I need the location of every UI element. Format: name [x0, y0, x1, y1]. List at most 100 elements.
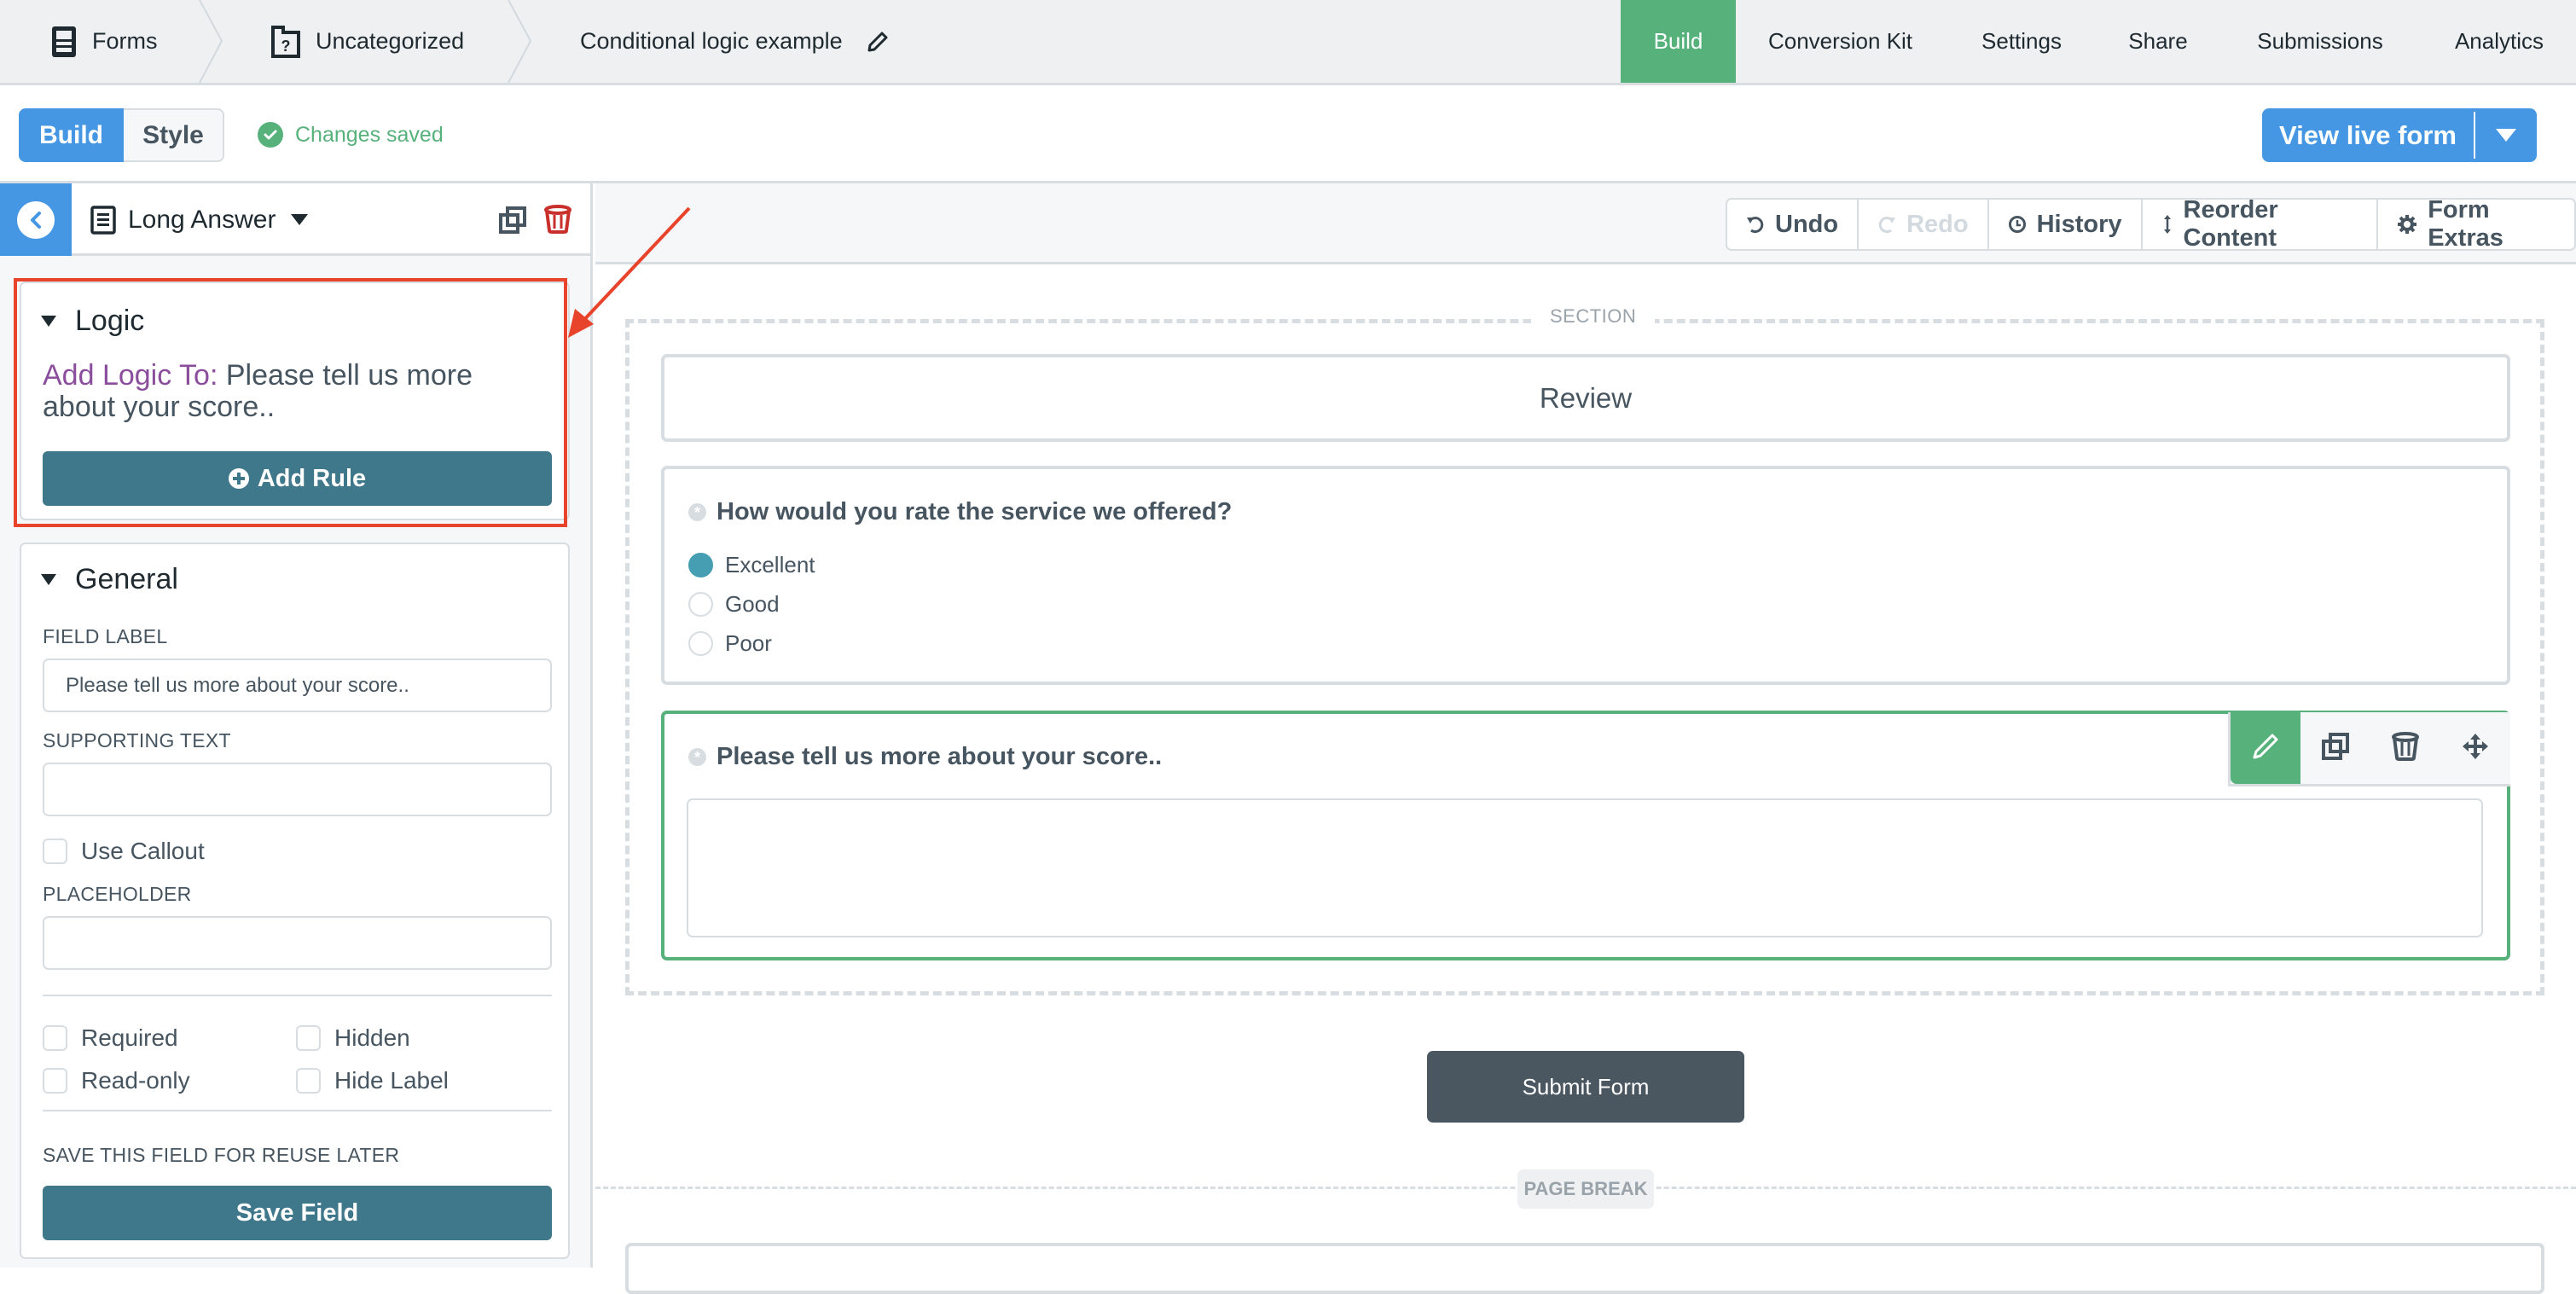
gear-icon	[2397, 214, 2417, 235]
tab-conversion-kit[interactable]: Conversion Kit	[1736, 0, 1945, 83]
save-field-heading: SAVE THIS FIELD FOR REUSE LATER	[43, 1144, 400, 1166]
use-callout-checkbox[interactable]: Use Callout	[43, 838, 205, 865]
checkbox[interactable]	[296, 1025, 321, 1051]
view-live-form-label: View live form	[2279, 119, 2457, 150]
checkbox[interactable]	[43, 838, 67, 864]
redo-label: Redo	[1906, 210, 1969, 238]
breadcrumb-label: Conditional logic example	[580, 28, 843, 54]
view-live-form-button[interactable]: View live form	[2262, 108, 2537, 162]
save-field-button[interactable]: Save Field	[43, 1186, 552, 1240]
required-asterisk-icon: *	[688, 503, 706, 521]
breadcrumb-separator	[199, 0, 223, 83]
hide-label-label: Hide Label	[334, 1067, 449, 1094]
canvas-toolbar: Undo Redo History Reorder Content Form E…	[1726, 196, 2576, 252]
tab-analytics[interactable]: Analytics	[2422, 0, 2576, 83]
checkbox[interactable]	[296, 1068, 321, 1094]
required-checkbox[interactable]: Required	[43, 1024, 178, 1052]
placeholder-heading: PLACEHOLDER	[43, 883, 192, 905]
read-only-checkbox[interactable]: Read-only	[43, 1067, 190, 1094]
radio-label: Poor	[725, 630, 772, 656]
move-arrows-icon	[2462, 733, 2489, 764]
breadcrumb-label: Uncategorized	[316, 28, 465, 54]
radio-option-good[interactable]: Good	[688, 591, 780, 618]
radio-button[interactable]	[688, 592, 713, 617]
check-circle-icon	[258, 122, 283, 148]
clock-icon	[2008, 215, 2027, 234]
required-label: Required	[81, 1024, 178, 1051]
undo-button[interactable]: Undo	[1727, 200, 1859, 249]
read-only-label: Read-only	[81, 1067, 190, 1094]
trash-icon	[2392, 731, 2419, 765]
delete-field-button[interactable]	[2370, 712, 2440, 784]
radio-label: Excellent	[725, 552, 815, 577]
checkbox[interactable]	[43, 1025, 67, 1051]
checkbox[interactable]	[43, 1068, 67, 1094]
general-panel: General FIELD LABEL Please tell us more …	[20, 543, 570, 1259]
duplicate-field-button[interactable]	[2300, 712, 2370, 784]
edit-field-button[interactable]	[2231, 712, 2300, 784]
duplicate-field-icon[interactable]	[499, 206, 526, 238]
save-status: Changes saved	[258, 119, 444, 150]
radio-button[interactable]	[688, 631, 713, 656]
move-field-handle[interactable]	[2440, 712, 2510, 784]
general-title: General	[75, 563, 178, 595]
svg-text:?: ?	[281, 38, 291, 55]
annotation-highlight-box	[14, 278, 567, 527]
long-answer-textarea[interactable]	[687, 798, 2483, 937]
page-break-label: PAGE BREAK	[1517, 1169, 1654, 1209]
breadcrumb-form-title[interactable]: Conditional logic example	[580, 0, 889, 83]
placeholder-input[interactable]	[43, 916, 552, 970]
tab-settings[interactable]: Settings	[1945, 0, 2098, 83]
sidebar-header: Long Answer	[0, 183, 590, 256]
breadcrumb-uncategorized[interactable]: ? Uncategorized	[271, 0, 464, 83]
hidden-label: Hidden	[334, 1024, 410, 1051]
mode-style-button[interactable]: Style	[124, 108, 224, 162]
radio-label: Good	[725, 591, 780, 617]
breadcrumb-label: Forms	[92, 28, 158, 54]
tab-build[interactable]: Build	[1621, 0, 1736, 83]
field-type-label: Long Answer	[128, 205, 276, 234]
undo-icon	[1746, 215, 1765, 234]
section-title-card[interactable]: Review	[661, 354, 2510, 442]
section-title: Review	[1539, 381, 1633, 414]
breadcrumb-forms[interactable]: Forms	[51, 0, 158, 83]
tab-share[interactable]: Share	[2098, 0, 2218, 83]
next-page-card[interactable]	[625, 1243, 2544, 1294]
redo-icon	[1877, 215, 1896, 234]
breadcrumb-separator	[508, 0, 532, 83]
general-panel-toggle[interactable]: General	[41, 563, 178, 596]
redo-button[interactable]: Redo	[1859, 200, 1989, 249]
history-label: History	[2036, 210, 2122, 238]
chevron-down-icon[interactable]	[2475, 128, 2537, 142]
radio-option-poor[interactable]: Poor	[688, 630, 772, 657]
field-label-input[interactable]: Please tell us more about your score..	[43, 659, 552, 712]
divider	[43, 1110, 552, 1111]
tab-submissions[interactable]: Submissions	[2218, 0, 2422, 83]
submit-form-button[interactable]: Submit Form	[1427, 1051, 1744, 1123]
reorder-arrows-icon	[2161, 214, 2173, 235]
annotation-arrow	[568, 206, 691, 338]
back-button[interactable]	[0, 183, 72, 256]
reorder-content-button[interactable]: Reorder Content	[2143, 196, 2379, 252]
field-label-heading: FIELD LABEL	[43, 625, 168, 647]
supporting-text-input[interactable]	[43, 763, 552, 816]
use-callout-label: Use Callout	[81, 838, 205, 864]
radio-button[interactable]	[688, 553, 713, 577]
form-extras-button[interactable]: Form Extras	[2378, 196, 2574, 252]
required-asterisk-icon: *	[688, 748, 706, 766]
hidden-checkbox[interactable]: Hidden	[296, 1024, 410, 1052]
canvas-toolbar-bar: Undo Redo History Reorder Content Form E…	[595, 183, 2576, 264]
reorder-content-label: Reorder Content	[2183, 196, 2278, 252]
field-actions	[2228, 712, 2510, 786]
form-icon	[51, 26, 77, 58]
mode-build-button[interactable]: Build	[19, 108, 124, 162]
long-answer-question: * Please tell us more about your score..	[688, 743, 1162, 771]
history-button[interactable]: History	[1989, 200, 2143, 249]
field-type-selector[interactable]: Long Answer	[90, 183, 309, 256]
rating-question: * How would you rate the service we offe…	[688, 498, 1232, 526]
pencil-icon[interactable]	[867, 31, 889, 53]
rating-question-card[interactable]: * How would you rate the service we offe…	[661, 466, 2510, 685]
divider	[43, 995, 552, 996]
hide-label-checkbox[interactable]: Hide Label	[296, 1067, 449, 1094]
radio-option-excellent[interactable]: Excellent	[688, 552, 815, 578]
